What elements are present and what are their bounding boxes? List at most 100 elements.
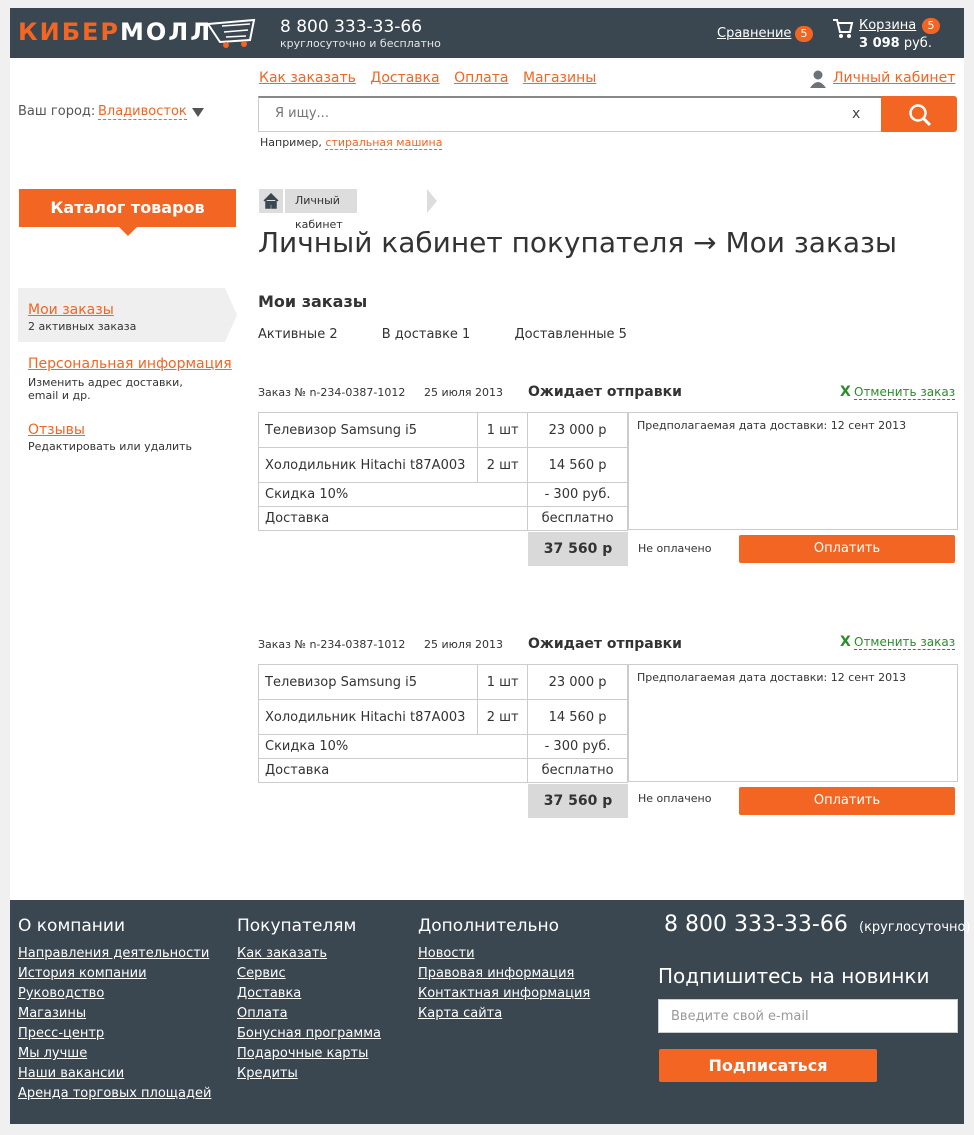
item-price: 23 000 р: [527, 412, 628, 448]
footer-link[interactable]: Аренда торговых площадей: [18, 1084, 211, 1104]
search-example-link[interactable]: стиральная машина: [325, 136, 443, 150]
nav-payment[interactable]: Оплата: [454, 70, 508, 86]
site-header: КИБЕРМОЛЛ 8 800 333-33-66 круглосуточно …: [10, 8, 964, 58]
item-qty: 1 шт: [477, 412, 529, 448]
order-date: 25 июля 2013: [424, 386, 504, 399]
sidebar-item-my-orders[interactable]: Мои заказы: [28, 302, 114, 318]
footer-col-customers: Покупателям Как заказать Сервис Доставка…: [237, 916, 381, 1084]
order-table: Телевизор Samsung i5 1 шт 23 000 р Холодил…: [257, 664, 628, 783]
footer-link[interactable]: Пресс-центр: [18, 1024, 211, 1044]
top-nav: Как заказать Доставка Оплата Магазины: [259, 70, 606, 86]
cancel-icon[interactable]: X: [840, 384, 851, 400]
tab-active[interactable]: Активные 2: [258, 327, 338, 342]
compare-count-badge: 5: [795, 26, 813, 42]
header-phone-note: круглосуточно и бесплатно: [280, 37, 441, 50]
clear-search-icon[interactable]: x: [852, 106, 860, 122]
discount-label: Скидка 10%: [257, 482, 529, 507]
footer-link[interactable]: Руководство: [18, 984, 211, 1004]
delivery-value: бесплатно: [527, 506, 628, 531]
footer-link[interactable]: Мы лучше: [18, 1044, 211, 1064]
item-name[interactable]: Телевизор Samsung i5: [257, 412, 479, 448]
footer-phone-note: (круглосуточно): [859, 920, 971, 935]
sidebar-item-sub: Изменить адрес доставки, email и др.: [28, 376, 183, 402]
payment-status: Не оплачено: [638, 542, 712, 555]
footer-link[interactable]: Как заказать: [237, 944, 381, 964]
logo-text-1: КИБЕР: [18, 18, 120, 46]
order-card: Заказ № n-234-0387-1012 25 июля 2013 Ожи…: [257, 634, 958, 826]
search-box: x: [258, 96, 882, 132]
item-name[interactable]: Холодильник Hitachi t87A003: [257, 447, 479, 483]
nav-how-to-order[interactable]: Как заказать: [259, 70, 356, 86]
compare-link[interactable]: Сравнение: [717, 26, 791, 41]
cart-logo-icon: [206, 18, 256, 48]
footer-link[interactable]: Направления деятельности: [18, 944, 211, 964]
footer-link[interactable]: Магазины: [18, 1004, 211, 1024]
item-name[interactable]: Телевизор Samsung i5: [257, 664, 479, 700]
account-link[interactable]: Личный кабинет: [833, 70, 955, 86]
footer-heading: Покупателям: [237, 916, 357, 936]
order-table: Телевизор Samsung i5 1 шт 23 000 р Холодил…: [257, 412, 628, 531]
cart-link[interactable]: Корзина: [859, 18, 916, 33]
footer-link[interactable]: Оплата: [237, 1004, 381, 1024]
cancel-icon[interactable]: X: [840, 634, 851, 650]
table-row: Доставка бесплатно: [257, 758, 628, 783]
item-qty: 2 шт: [477, 447, 529, 483]
item-name[interactable]: Холодильник Hitachi t87A003: [257, 699, 479, 735]
nav-stores[interactable]: Магазины: [523, 70, 596, 86]
sidebar-item-sub: Редактировать или удалить: [28, 440, 193, 453]
email-field[interactable]: Введите свой e-mail: [658, 999, 958, 1033]
table-row: Скидка 10% - 300 руб.: [257, 734, 628, 759]
delivery-value: бесплатно: [527, 758, 628, 783]
footer-link[interactable]: История компании: [18, 964, 211, 984]
delivery-date: Предполагаемая дата доставки: 12 сент 20…: [628, 412, 958, 530]
table-row: Телевизор Samsung i5 1 шт 23 000 р: [257, 412, 628, 448]
footer-link[interactable]: Доставка: [237, 984, 381, 1004]
search-input[interactable]: [259, 98, 819, 129]
footer-link[interactable]: Сервис: [237, 964, 381, 984]
table-row: Холодильник Hitachi t87A003 2 шт 14 560 р: [257, 447, 628, 483]
pay-button[interactable]: Оплатить: [739, 535, 955, 563]
item-qty: 1 шт: [477, 664, 529, 700]
pay-button[interactable]: Оплатить: [739, 787, 955, 815]
city-label: Ваш город:: [18, 104, 96, 119]
search-icon: [909, 104, 932, 127]
table-row: Доставка бесплатно: [257, 506, 628, 531]
sidebar-item-reviews[interactable]: Отзывы: [28, 422, 85, 438]
cart-sum: 3 098 руб.: [859, 36, 932, 51]
catalog-button[interactable]: Каталог товаров: [19, 189, 236, 227]
footer-link[interactable]: Бонусная программа: [237, 1024, 381, 1044]
footer-link[interactable]: Подарочные карты: [237, 1044, 381, 1064]
cart-icon[interactable]: [832, 17, 854, 39]
chevron-down-icon[interactable]: [192, 108, 204, 117]
table-row: Холодильник Hitachi t87A003 2 шт 14 560 р: [257, 699, 628, 735]
footer-link[interactable]: Карта сайта: [418, 1004, 590, 1024]
order-card: Заказ № n-234-0387-1012 25 июля 2013 Ожи…: [257, 384, 958, 574]
subscribe-button[interactable]: Подписаться: [659, 1049, 877, 1082]
footer-link[interactable]: Новости: [418, 944, 590, 964]
footer-link[interactable]: Кредиты: [237, 1064, 381, 1084]
tab-in-delivery[interactable]: В доставке 1: [382, 327, 471, 342]
home-icon: [263, 192, 279, 209]
footer-phone: 8 800 333-33-66: [664, 912, 848, 937]
logo[interactable]: КИБЕРМОЛЛ: [18, 18, 212, 46]
order-tabs: Активные 2 В доставке 1 Доставленные 5: [258, 327, 667, 342]
city-select[interactable]: Владивосток: [98, 104, 187, 120]
breadcrumb-home[interactable]: [259, 189, 283, 213]
footer-link[interactable]: Контактная информация: [418, 984, 590, 1004]
breadcrumb-item[interactable]: Личный кабинет: [285, 189, 357, 231]
item-price: 14 560 р: [527, 699, 628, 735]
subscribe-title: Подпишитесь на новинки: [658, 964, 930, 988]
discount-value: - 300 руб.: [527, 482, 628, 507]
order-status: Ожидает отправки: [528, 636, 682, 652]
footer-link[interactable]: Наши вакансии: [18, 1064, 211, 1084]
footer-col-extra: Дополнительно Новости Правовая информаци…: [418, 916, 590, 1024]
cancel-order-link[interactable]: Отменить заказ: [854, 385, 956, 400]
sidebar-item-personal-info[interactable]: Персональная информация: [28, 356, 232, 372]
nav-delivery[interactable]: Доставка: [370, 70, 439, 86]
tab-delivered[interactable]: Доставленные 5: [514, 327, 626, 342]
footer-heading: Дополнительно: [418, 916, 559, 936]
search-button[interactable]: [881, 96, 957, 132]
footer-link[interactable]: Правовая информация: [418, 964, 590, 984]
order-date: 25 июля 2013: [424, 638, 504, 651]
cancel-order-link[interactable]: Отменить заказ: [854, 635, 956, 650]
